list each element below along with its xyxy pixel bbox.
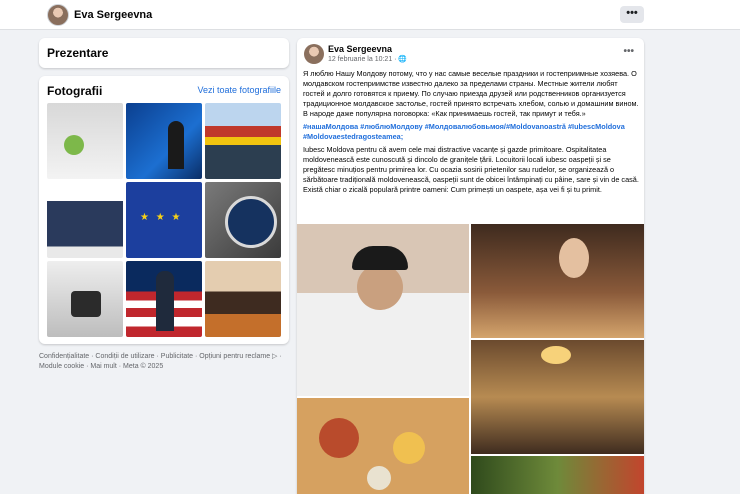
post-author-avatar[interactable] <box>304 44 324 64</box>
post-hashtags[interactable]: #нашаМолдова #люблюМолдову #Молдовалюбов… <box>303 122 640 142</box>
post-photo[interactable] <box>297 398 469 494</box>
post-photo[interactable] <box>471 224 644 338</box>
top-bar: Eva Sergeevna ••• <box>0 0 740 30</box>
post-text-russian: Я люблю Нашу Молдову потому, что у нас с… <box>303 69 639 118</box>
see-all-photos-link[interactable]: Vezi toate fotografiile <box>197 85 281 95</box>
post-date[interactable]: 12 februarie la 10:21 · 🌐 <box>328 55 407 63</box>
post-options-button[interactable]: ••• <box>623 46 634 57</box>
photo-thumbnail[interactable] <box>205 261 281 337</box>
photos-card: Fotografii Vezi toate fotografiile <box>39 76 289 344</box>
profile-name[interactable]: Eva Sergeevna <box>74 9 152 21</box>
post-photo[interactable] <box>471 340 644 454</box>
photo-thumbnail[interactable] <box>205 182 281 258</box>
photo-thumbnail[interactable] <box>47 182 123 258</box>
photo-thumbnail[interactable] <box>126 103 202 179</box>
photo-thumbnail[interactable] <box>205 103 281 179</box>
photo-thumbnail[interactable] <box>47 261 123 337</box>
profile-avatar[interactable] <box>47 4 69 26</box>
photo-thumbnail[interactable] <box>47 103 123 179</box>
photo-thumbnail[interactable] <box>126 261 202 337</box>
post-photo[interactable] <box>297 224 469 396</box>
post-author-name[interactable]: Eva Sergeevna <box>328 44 392 54</box>
post-photo-collage <box>297 224 644 494</box>
photos-title[interactable]: Fotografii <box>47 84 102 98</box>
photo-thumbnail[interactable] <box>126 182 202 258</box>
post-body: Я люблю Нашу Молдову потому, что у нас с… <box>303 69 640 198</box>
post-photo[interactable] <box>471 456 644 494</box>
more-options-button[interactable]: ••• <box>620 6 644 23</box>
photos-grid <box>47 103 281 337</box>
post-text-romanian: Iubesc Moldova pentru că avem cele mai d… <box>303 145 639 194</box>
footer-links[interactable]: Confidențialitate · Condiții de utilizar… <box>39 352 289 372</box>
post-card: Eva Sergeevna 12 februarie la 10:21 · 🌐 … <box>297 38 644 494</box>
intro-card: Prezentare <box>39 38 289 68</box>
intro-title: Prezentare <box>47 46 109 60</box>
